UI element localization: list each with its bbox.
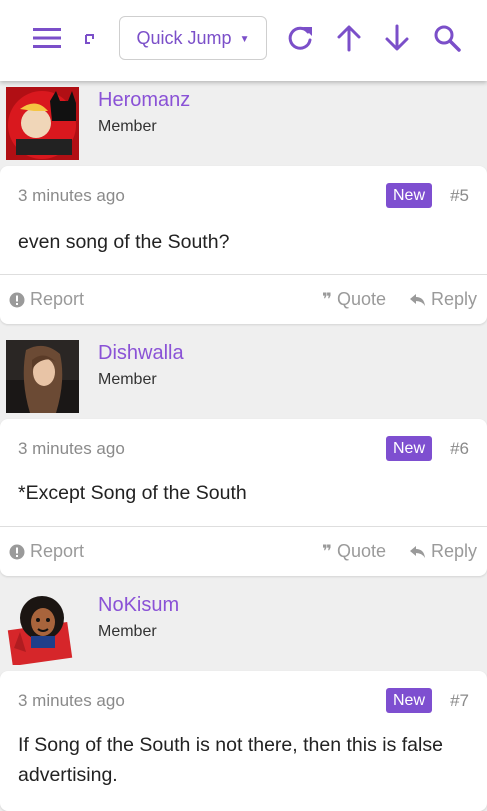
post-body: *Except Song of the South xyxy=(18,482,247,504)
quote-icon: ❞ xyxy=(322,541,332,561)
new-badge: New xyxy=(385,183,432,208)
arrow-up-icon[interactable] xyxy=(336,24,362,52)
reply-icon xyxy=(410,293,425,306)
report-label: Report xyxy=(30,289,85,309)
refresh-icon[interactable] xyxy=(286,24,314,52)
arrow-down-icon[interactable] xyxy=(384,24,410,52)
post-timestamp[interactable]: 3 minutes ago xyxy=(18,691,125,711)
reply-label: Reply xyxy=(431,541,478,561)
post-card: 3 minutes ago New #7 If Song of the Sout… xyxy=(0,671,487,811)
post-body: If Song of the South is not there, then … xyxy=(18,734,443,786)
post-author-strip: Dishwalla Member xyxy=(0,334,487,415)
report-label: Report xyxy=(30,541,85,561)
reply-button[interactable]: Reply xyxy=(410,289,477,310)
post-author-strip: NoKisum Member xyxy=(0,586,487,667)
post-body: even song of the South? xyxy=(18,231,230,253)
quick-jump-dropdown[interactable]: Quick Jump ▼ xyxy=(119,16,267,60)
quote-icon: ❞ xyxy=(322,289,332,309)
reply-button[interactable]: Reply xyxy=(410,541,477,562)
post-timestamp[interactable]: 3 minutes ago xyxy=(18,186,125,206)
avatar[interactable] xyxy=(6,87,79,160)
chevron-down-icon: ▼ xyxy=(239,33,250,45)
post-card: 3 minutes ago New #6 *Except Song of the… xyxy=(0,419,487,576)
user-role: Member xyxy=(98,118,157,135)
reply-icon xyxy=(410,545,425,558)
report-button[interactable]: Report xyxy=(9,289,84,310)
reply-label: Reply xyxy=(431,289,478,309)
quote-button[interactable]: ❞ Quote xyxy=(322,289,386,310)
post-actions: Report ❞ Quote Reply xyxy=(0,526,487,576)
report-button[interactable]: Report xyxy=(9,541,84,562)
post-author-strip: Heromanz Member xyxy=(0,81,487,162)
quick-jump-label: Quick Jump xyxy=(136,27,232,48)
username[interactable]: NoKisum xyxy=(98,594,179,617)
username[interactable]: Heromanz xyxy=(98,89,190,112)
edit-icon[interactable] xyxy=(84,32,96,44)
alert-icon xyxy=(9,292,25,307)
avatar[interactable] xyxy=(6,592,79,665)
username[interactable]: Dishwalla xyxy=(98,342,184,365)
new-badge: New xyxy=(385,436,432,461)
quote-label: Quote xyxy=(336,541,387,561)
avatar[interactable] xyxy=(6,340,79,413)
quote-label: Quote xyxy=(336,289,387,309)
search-icon[interactable] xyxy=(433,24,461,52)
hamburger-menu-icon[interactable] xyxy=(33,27,61,49)
post-timestamp[interactable]: 3 minutes ago xyxy=(18,439,125,459)
post-number[interactable]: #7 xyxy=(450,691,469,711)
user-role: Member xyxy=(98,371,157,388)
post-number[interactable]: #6 xyxy=(450,439,469,459)
quote-button[interactable]: ❞ Quote xyxy=(322,541,386,562)
post-number[interactable]: #5 xyxy=(450,186,469,206)
alert-icon xyxy=(9,544,25,559)
new-badge: New xyxy=(385,688,432,713)
user-role: Member xyxy=(98,623,157,640)
post-actions: Report ❞ Quote Reply xyxy=(0,274,487,324)
top-toolbar: Quick Jump ▼ xyxy=(0,0,487,81)
post-card: 3 minutes ago New #5 even song of the So… xyxy=(0,166,487,324)
